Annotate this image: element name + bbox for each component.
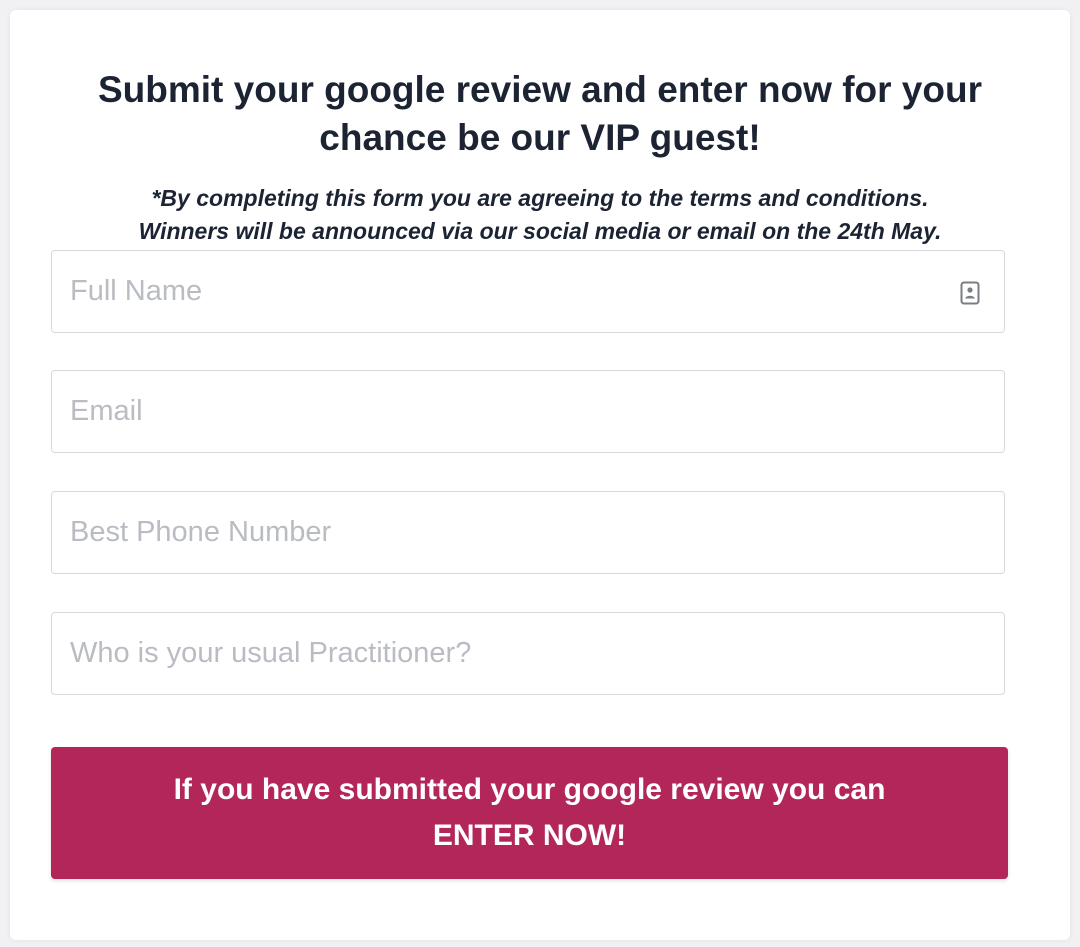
form-title: Submit your google review and enter now … <box>98 69 982 158</box>
email-field-wrapper <box>51 370 1005 453</box>
terms-notice-line-2: Winners will be announced via our social… <box>138 218 942 244</box>
practitioner-field-wrapper <box>51 612 1005 695</box>
phone-field-wrapper <box>51 491 1005 574</box>
full-name-input[interactable] <box>52 251 1004 332</box>
contact-card-icon[interactable] <box>960 281 980 305</box>
enter-now-button-line-1: If you have submitted your google review… <box>173 773 886 806</box>
email-input[interactable] <box>52 371 1004 452</box>
terms-notice: *By completing this form you are agreein… <box>50 182 1030 248</box>
enter-now-button-line-2: ENTER NOW! <box>432 819 627 852</box>
enter-now-button[interactable]: If you have submitted your google review… <box>51 747 1008 879</box>
full-name-field-wrapper <box>51 250 1005 333</box>
phone-number-input[interactable] <box>52 492 1004 573</box>
practitioner-input[interactable] <box>52 613 1004 694</box>
terms-notice-line-1: *By completing this form you are agreein… <box>151 185 929 211</box>
